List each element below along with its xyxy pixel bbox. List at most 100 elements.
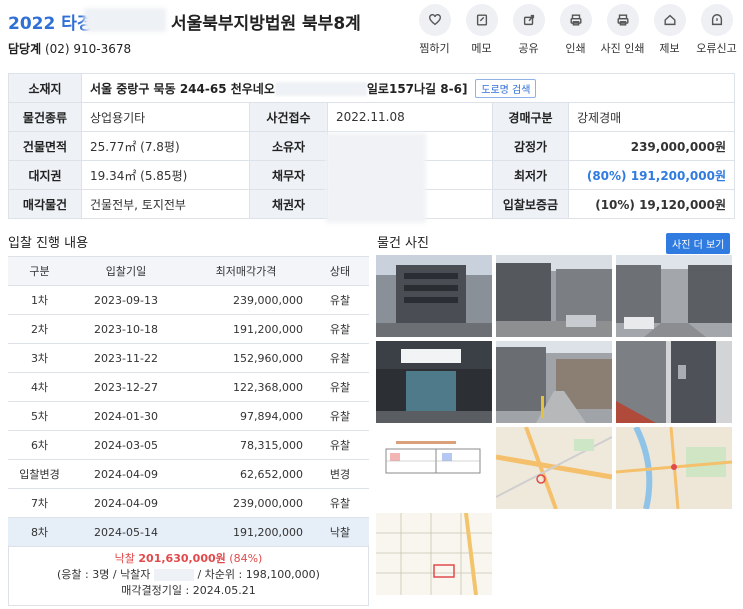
photo-print-label: 사진 인쇄 xyxy=(600,42,645,55)
photo-building-exterior[interactable] xyxy=(376,255,492,337)
round: 3차 xyxy=(8,343,71,373)
round: 2차 xyxy=(8,314,71,344)
col-round: 구분 xyxy=(8,256,71,286)
status: 유찰 xyxy=(311,430,369,460)
contact-phone: (02) 910-3678 xyxy=(44,42,132,56)
table-row: 입찰변경 2024-04-09 62,652,000 변경 xyxy=(8,459,369,489)
appraisal-value: 239,000,000원 xyxy=(567,131,736,161)
type-value: 상업용기타 xyxy=(81,102,250,132)
photo-floor-plan[interactable] xyxy=(376,427,492,509)
date: 2023-11-22 xyxy=(71,343,181,373)
round: 8차 xyxy=(8,517,71,547)
favorite-button[interactable]: 찜하기 xyxy=(411,4,458,56)
header: 2022 타경 서울북부지방법원 북부8계 담당계 (02) 910-3678 … xyxy=(0,0,743,60)
bidding-table: 구분 입찰기일 최저매각가격 상태 1차 2023-09-13 239,000,00… xyxy=(8,256,369,547)
contact-label: 담당계 xyxy=(8,42,42,56)
photo-side-street[interactable] xyxy=(496,341,612,423)
col-status: 상태 xyxy=(311,256,369,286)
owner-label: 소유자 xyxy=(249,131,328,161)
round: 1차 xyxy=(8,285,71,315)
land-value: 19.34㎡ (5.85평) xyxy=(81,160,250,190)
price: 152,960,000 xyxy=(181,343,311,373)
error-report-button[interactable]: 오류신고 xyxy=(693,4,740,56)
date: 2023-12-27 xyxy=(71,372,181,402)
date: 2024-03-05 xyxy=(71,430,181,460)
share-icon xyxy=(523,14,534,26)
bidding-summary: 낙찰 201,630,000원 (84%) (응찰 : 3명 / 낙찰자 / 차… xyxy=(8,545,369,606)
photo-stairwell-door[interactable] xyxy=(616,341,732,423)
area-value: 25.77㎡ (7.8평) xyxy=(81,131,250,161)
price: 97,894,000 xyxy=(181,401,311,431)
court-name: 서울북부지방법원 북부8계 xyxy=(171,14,361,34)
photo-print-icon xyxy=(616,14,629,26)
status: 유찰 xyxy=(311,285,369,315)
status: 낙찰 xyxy=(311,517,369,547)
print-label: 인쇄 xyxy=(565,42,586,55)
price: 191,200,000 xyxy=(181,517,311,547)
redacted-address xyxy=(274,82,367,96)
table-row: 4차 2023-12-27 122,368,000 유찰 xyxy=(8,372,369,402)
photo-cadastral-map[interactable] xyxy=(376,513,492,595)
photos-section-title: 물건 사진 xyxy=(377,236,429,251)
favorite-label: 찜하기 xyxy=(419,42,450,55)
contact-info: 담당계 (02) 910-3678 xyxy=(8,40,131,57)
bidders-a: (응찰 : 3명 / 낙찰자 xyxy=(57,568,151,581)
more-photos-button[interactable]: 사진 더 보기 xyxy=(666,233,731,254)
memo-icon xyxy=(476,14,487,26)
date: 2024-05-14 xyxy=(71,517,181,547)
sale-items-label: 매각물건 xyxy=(8,189,82,219)
winning-label: 낙찰 xyxy=(114,552,135,565)
report-button[interactable]: 제보 xyxy=(646,4,693,56)
land-label: 대지권 xyxy=(8,160,82,190)
table-row: 6차 2024-03-05 78,315,000 유찰 xyxy=(8,430,369,460)
photo-alley-view[interactable] xyxy=(616,255,732,337)
photo-entrance-sign[interactable] xyxy=(376,341,492,423)
bidding-header-row: 구분 입찰기일 최저매각가격 상태 xyxy=(8,256,369,286)
location-cell: 서울 중랑구 묵동 244-65 천우네오 일로157나길 8-6] 도로명 검색 xyxy=(80,73,736,103)
debtor-label: 채무자 xyxy=(249,160,328,190)
price: 122,368,000 xyxy=(181,372,311,402)
deposit-label: 입찰보증금 xyxy=(492,189,569,219)
photo-print-button[interactable]: 사진 인쇄 xyxy=(599,4,646,56)
status: 유찰 xyxy=(311,488,369,518)
photo-map-1[interactable] xyxy=(496,427,612,509)
heart-icon xyxy=(428,14,441,26)
photo-map-2[interactable] xyxy=(616,427,732,509)
date: 2023-09-13 xyxy=(71,285,181,315)
col-price: 최저매각가격 xyxy=(181,256,311,286)
share-button[interactable]: 공유 xyxy=(505,4,552,56)
min-price-label: 최저가 xyxy=(492,160,569,190)
round: 4차 xyxy=(8,372,71,402)
received-value: 2022.11.08 xyxy=(327,102,493,132)
type-label: 물건종류 xyxy=(8,102,82,132)
redacted-case-number xyxy=(84,8,166,32)
round: 7차 xyxy=(8,488,71,518)
location-value-a: 서울 중랑구 묵동 244-65 천우네오 xyxy=(90,81,275,96)
alert-icon xyxy=(711,14,722,26)
redacted-winner xyxy=(153,569,194,581)
date: 2023-10-18 xyxy=(71,314,181,344)
table-row: 8차 2024-05-14 191,200,000 낙찰 xyxy=(8,517,369,547)
winning-pct: (84%) xyxy=(229,552,263,565)
print-button[interactable]: 인쇄 xyxy=(552,4,599,56)
date: 2024-04-09 xyxy=(71,488,181,518)
location-value-b: 일로157나길 8-6] xyxy=(366,81,468,96)
deposit-value: (10%) 19,120,000원 xyxy=(567,189,736,219)
road-name-search-button[interactable]: 도로명 검색 xyxy=(475,78,537,98)
col-date: 입찰기일 xyxy=(71,256,181,286)
photo-street-view[interactable] xyxy=(496,255,612,337)
error-report-label: 오류신고 xyxy=(696,42,737,55)
creditor-label: 채권자 xyxy=(249,189,328,219)
winning-line: 낙찰 201,630,000원 (84%) xyxy=(9,551,368,567)
home-icon xyxy=(663,14,676,26)
min-price-value: (80%) 191,200,000원 xyxy=(567,160,736,190)
price: 62,652,000 xyxy=(181,459,311,489)
date: 2024-04-09 xyxy=(71,459,181,489)
round: 입찰변경 xyxy=(8,459,71,489)
table-row: 7차 2024-04-09 239,000,000 유찰 xyxy=(8,488,369,518)
share-label: 공유 xyxy=(518,42,539,55)
memo-button[interactable]: 메모 xyxy=(458,4,505,56)
table-row: 2차 2023-10-18 191,200,000 유찰 xyxy=(8,314,369,344)
memo-label: 메모 xyxy=(471,42,492,55)
table-row: 1차 2023-09-13 239,000,000 유찰 xyxy=(8,285,369,315)
